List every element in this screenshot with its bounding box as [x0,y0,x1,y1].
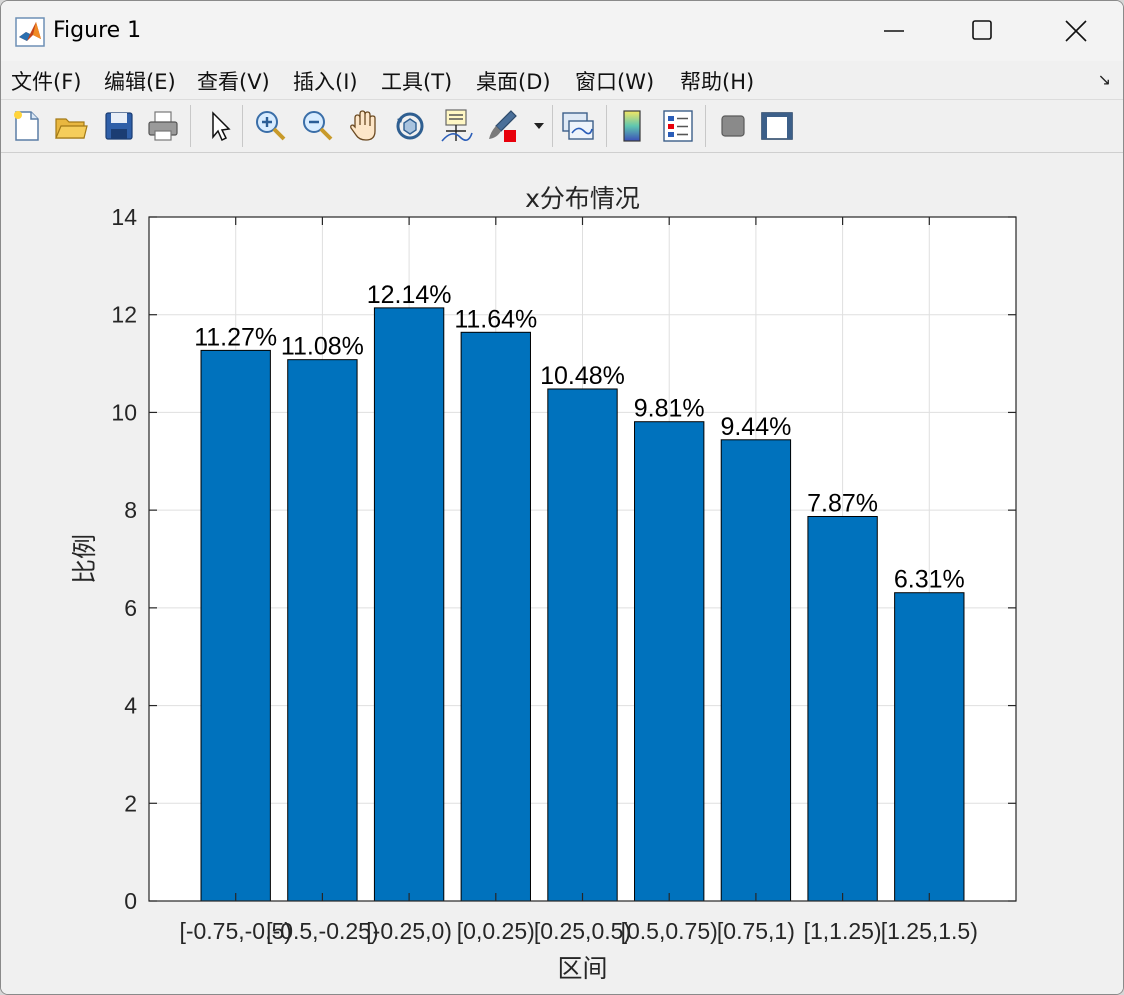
close-icon[interactable] [1053,9,1099,53]
save-icon[interactable] [101,107,137,145]
x-tick-label: [0,0.25) [457,918,535,944]
menu-help[interactable]: 帮助(H) [680,66,754,96]
title-bar[interactable]: Figure 1 [1,1,1123,61]
dock-arrow-icon[interactable]: ↘ [1098,70,1111,89]
colorbar-icon[interactable] [615,107,651,145]
zoom-out-icon[interactable] [299,107,335,145]
y-tick-label: 4 [124,693,137,719]
bar[interactable] [287,359,358,902]
menu-insert[interactable]: 插入(I) [293,66,358,96]
x-tick-label: [-0.25,0) [366,918,452,944]
bar[interactable] [460,331,531,902]
x-tick-label: [1,1.25) [804,918,882,944]
pan-hand-icon[interactable] [346,107,382,145]
menu-file[interactable]: 文件(F) [11,66,81,96]
y-tick-label: 12 [111,302,137,328]
link-plot-icon[interactable] [560,107,596,145]
window-title: Figure 1 [53,18,142,43]
toolbar-separator [705,105,706,147]
open-file-icon[interactable] [53,107,89,145]
bar-data-label: 9.44% [720,413,791,441]
menu-tools[interactable]: 工具(T) [381,66,452,96]
y-tick-label: 2 [124,790,137,816]
bar-data-label: 12.14% [367,281,452,309]
bar[interactable] [547,388,618,902]
y-tick-label: 6 [124,595,137,621]
y-tick-label: 8 [124,497,137,523]
legend-icon[interactable] [660,107,696,145]
new-figure-icon[interactable] [9,107,45,145]
toolbar-separator [606,105,607,147]
chart-title: x分布情况 [525,184,640,213]
zoom-in-icon[interactable] [252,107,288,145]
bar-data-label: 7.87% [807,489,878,517]
figure-canvas[interactable]: 11.27% 11.08% 12.14% 11.64% 10.48% 9.81% 9.44%… [1,153,1123,994]
hide-plot-tools-icon[interactable] [715,107,751,145]
bar[interactable] [720,439,792,902]
menu-edit[interactable]: 编辑(E) [104,66,176,96]
menu-bar: 文件(F) 编辑(E) 查看(V) 插入(I) 工具(T) 桌面(D) 窗口(W… [1,61,1123,100]
bar-data-label: 11.27% [194,323,277,351]
bar-data-label: 6.31% [894,566,965,594]
bar-data-label: 10.48% [540,362,625,390]
x-tick-label: [-0.5,-0.25) [266,918,379,944]
x-tick-label: [0.5,0.75) [621,918,718,944]
y-tick-label: 0 [124,888,137,914]
bar-data-label: 11.08% [281,333,364,361]
bar-chart: 11.27% 11.08%12.14%11.64% 10.48% 9.81% 9.44%… [70,184,1017,983]
toolbar-separator [242,105,243,147]
x-tick-label: [0.75,1) [717,918,795,944]
menu-window[interactable]: 窗口(W) [575,66,654,96]
x-tick-label: [0.25,0.5) [534,918,631,944]
bar[interactable] [807,515,878,902]
print-icon[interactable] [145,107,181,145]
x-tick-label: [1.25,1.5) [881,918,978,944]
figure-toolbar [1,100,1123,153]
y-axis-label: 比例 [70,534,99,584]
figure-window: Figure 1 文件(F) 编辑(E) 查看(V) 插入(I) 工具(T) 桌… [0,0,1124,995]
minimize-icon[interactable] [871,9,917,53]
bar-data-label: 9.81% [634,395,705,423]
bar[interactable] [634,421,705,902]
bar-data-label: 11.64% [454,305,537,333]
show-plot-tools-icon[interactable] [759,107,795,145]
bar[interactable] [373,307,445,902]
select-arrow-icon[interactable] [201,107,237,145]
matlab-logo-icon [15,17,45,47]
brush-dropdown-icon[interactable] [531,118,547,134]
bar[interactable] [894,592,965,902]
rotate-3d-icon[interactable] [392,107,428,145]
data-cursor-icon[interactable] [438,107,474,145]
menu-desktop[interactable]: 桌面(D) [476,66,551,96]
y-tick-label: 10 [111,399,137,425]
toolbar-separator [190,105,191,147]
brush-icon[interactable] [485,107,521,145]
maximize-icon[interactable] [959,9,1005,53]
toolbar-separator [552,105,553,147]
y-tick-label: 14 [111,204,137,230]
menu-view[interactable]: 查看(V) [197,66,270,96]
bar[interactable] [200,349,271,902]
x-axis-label: 区间 [557,954,607,983]
